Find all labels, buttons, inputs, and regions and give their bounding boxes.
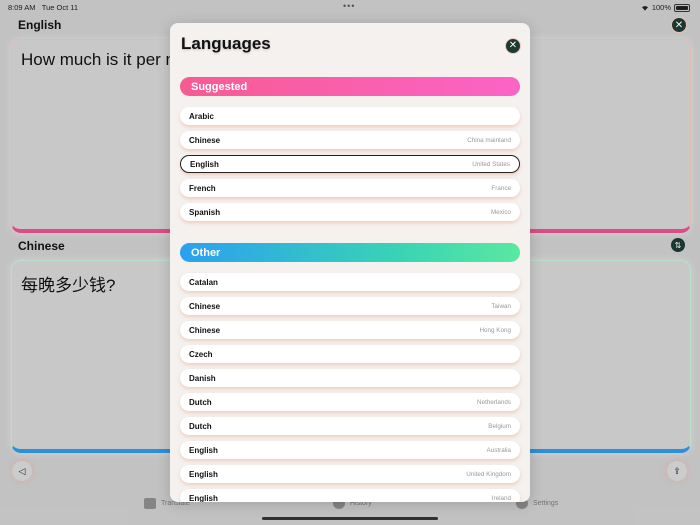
language-region: Belgium [488,422,511,430]
language-region: France [491,184,511,192]
language-name: Danish [189,373,216,383]
language-name: English [189,493,218,503]
modal-close-button[interactable]: ✕ [505,38,521,54]
suggested-section-header: Suggested [180,77,520,96]
language-region: Mexico [491,208,511,216]
language-row[interactable]: Chinese Hong Kong [180,321,520,339]
language-row[interactable]: Catalan [180,273,520,291]
language-row[interactable]: Chinese China mainland [180,131,520,149]
language-row[interactable]: Arabic [180,107,520,125]
language-row[interactable]: Spanish Mexico [180,203,520,221]
language-name: Arabic [189,111,214,121]
language-region: China mainland [467,136,511,144]
languages-modal: Languages ✕ Suggested Arabic Chinese China… [170,23,530,502]
language-row[interactable]: Dutch Netherlands [180,393,520,411]
language-name: English [189,469,218,479]
language-name: English [189,445,218,455]
close-icon: ✕ [508,40,518,51]
language-row[interactable]: Czech [180,345,520,363]
language-region: Ireland [491,494,511,502]
language-region: United States [472,160,510,168]
language-name: Catalan [189,277,218,287]
language-row[interactable]: English United States [180,155,520,173]
language-name: Dutch [189,397,212,407]
language-row[interactable]: Chinese Taiwan [180,297,520,315]
language-name: English [190,159,219,169]
language-name: French [189,183,216,193]
language-row[interactable]: Danish [180,369,520,387]
language-region: Netherlands [477,398,511,406]
language-region: United Kingdom [466,470,511,478]
language-row[interactable]: Dutch Belgium [180,417,520,435]
language-row[interactable]: French France [180,179,520,197]
language-name: Spanish [189,207,221,217]
language-name: Chinese [189,135,221,145]
other-language-list: Catalan Chinese Taiwan Chinese Hong Kong Czec… [180,273,520,502]
language-name: Dutch [189,421,212,431]
language-name: Czech [189,349,213,359]
language-region: Taiwan [491,302,511,310]
modal-title: Languages [181,34,271,53]
language-region: Hong Kong [479,326,511,334]
language-row[interactable]: English United Kingdom [180,465,520,483]
other-section-header: Other [180,243,520,262]
suggested-language-list: Arabic Chinese China mainland English United… [180,107,520,227]
language-row[interactable]: English Ireland [180,489,520,502]
language-row[interactable]: English Australia [180,441,520,459]
language-name: Chinese [189,301,221,311]
language-name: Chinese [189,325,221,335]
language-region: Australia [486,446,512,454]
